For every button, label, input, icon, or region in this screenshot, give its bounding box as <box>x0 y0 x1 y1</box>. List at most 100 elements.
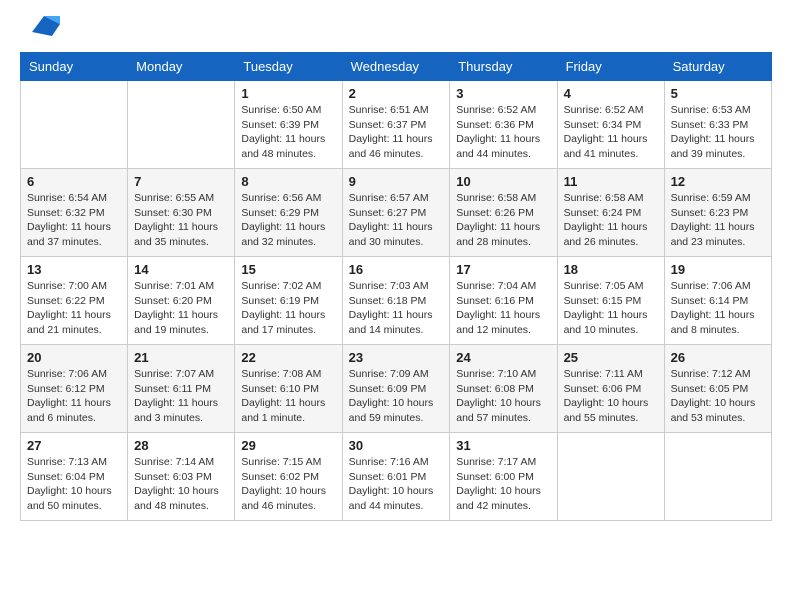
day-number: 18 <box>564 262 658 277</box>
calendar-cell <box>557 433 664 521</box>
day-number: 13 <box>27 262 121 277</box>
weekday-header-monday: Monday <box>128 53 235 81</box>
day-number: 23 <box>349 350 444 365</box>
calendar-cell: 2Sunrise: 6:51 AMSunset: 6:37 PMDaylight… <box>342 81 450 169</box>
calendar-cell <box>664 433 771 521</box>
day-detail: Sunrise: 7:00 AMSunset: 6:22 PMDaylight:… <box>27 279 121 338</box>
weekday-header-saturday: Saturday <box>664 53 771 81</box>
day-number: 26 <box>671 350 765 365</box>
day-number: 22 <box>241 350 335 365</box>
day-detail: Sunrise: 7:11 AMSunset: 6:06 PMDaylight:… <box>564 367 658 426</box>
day-number: 10 <box>456 174 550 189</box>
calendar-cell: 5 Sunrise: 6:53 AMSunset: 6:33 PMDaylight… <box>664 81 771 169</box>
calendar-cell: 14 Sunrise: 7:01 AMSunset: 6:20 PMDayligh… <box>128 257 235 345</box>
day-number: 16 <box>349 262 444 277</box>
day-detail: Sunrise: 7:13 AMSunset: 6:04 PMDaylight:… <box>27 455 121 514</box>
day-detail: Sunrise: 6:53 AMSunset: 6:33 PMDaylight:… <box>671 103 765 162</box>
day-detail: Sunrise: 6:54 AMSunset: 6:32 PMDaylight:… <box>27 191 121 250</box>
page-header <box>20 20 772 42</box>
calendar-header-row: SundayMondayTuesdayWednesdayThursdayFrid… <box>21 53 772 81</box>
calendar-cell: 17 Sunrise: 7:04 AMSunset: 6:16 PMDayligh… <box>450 257 557 345</box>
calendar-cell: 23 Sunrise: 7:09 AMSunset: 6:09 PMDayligh… <box>342 345 450 433</box>
day-detail: Sunrise: 7:07 AMSunset: 6:11 PMDaylight:… <box>134 367 228 426</box>
calendar-cell: 24 Sunrise: 7:10 AMSunset: 6:08 PMDayligh… <box>450 345 557 433</box>
day-number: 5 <box>671 86 765 101</box>
calendar-cell: 21 Sunrise: 7:07 AMSunset: 6:11 PMDayligh… <box>128 345 235 433</box>
calendar-week-2: 6Sunrise: 6:54 AMSunset: 6:32 PMDaylight… <box>21 169 772 257</box>
calendar-cell: 13 Sunrise: 7:00 AMSunset: 6:22 PMDayligh… <box>21 257 128 345</box>
calendar-cell: 27 Sunrise: 7:13 AMSunset: 6:04 PMDayligh… <box>21 433 128 521</box>
weekday-header-thursday: Thursday <box>450 53 557 81</box>
day-detail: Sunrise: 6:58 AMSunset: 6:26 PMDaylight:… <box>456 191 550 250</box>
day-detail: Sunrise: 7:01 AMSunset: 6:20 PMDaylight:… <box>134 279 228 338</box>
calendar-cell <box>21 81 128 169</box>
weekday-header-friday: Friday <box>557 53 664 81</box>
logo <box>20 20 60 42</box>
day-detail: Sunrise: 7:09 AMSunset: 6:09 PMDaylight:… <box>349 367 444 426</box>
day-number: 4 <box>564 86 658 101</box>
day-number: 9 <box>349 174 444 189</box>
calendar-cell: 29 Sunrise: 7:15 AMSunset: 6:02 PMDayligh… <box>235 433 342 521</box>
calendar-cell: 10 Sunrise: 6:58 AMSunset: 6:26 PMDayligh… <box>450 169 557 257</box>
calendar-cell: 31 Sunrise: 7:17 AMSunset: 6:00 PMDayligh… <box>450 433 557 521</box>
calendar-cell: 6Sunrise: 6:54 AMSunset: 6:32 PMDaylight… <box>21 169 128 257</box>
calendar-week-3: 13 Sunrise: 7:00 AMSunset: 6:22 PMDayligh… <box>21 257 772 345</box>
calendar-cell: 16Sunrise: 7:03 AMSunset: 6:18 PMDayligh… <box>342 257 450 345</box>
calendar-cell: 7 Sunrise: 6:55 AMSunset: 6:30 PMDaylight… <box>128 169 235 257</box>
calendar-cell: 28 Sunrise: 7:14 AMSunset: 6:03 PMDayligh… <box>128 433 235 521</box>
calendar-cell: 3 Sunrise: 6:52 AMSunset: 6:36 PMDaylight… <box>450 81 557 169</box>
day-detail: Sunrise: 7:15 AMSunset: 6:02 PMDaylight:… <box>241 455 335 514</box>
day-detail: Sunrise: 7:05 AMSunset: 6:15 PMDaylight:… <box>564 279 658 338</box>
day-number: 14 <box>134 262 228 277</box>
day-detail: Sunrise: 6:50 AMSunset: 6:39 PMDaylight:… <box>241 103 335 162</box>
day-detail: Sunrise: 7:04 AMSunset: 6:16 PMDaylight:… <box>456 279 550 338</box>
day-number: 30 <box>349 438 444 453</box>
day-number: 15 <box>241 262 335 277</box>
calendar-week-1: 1Sunrise: 6:50 AMSunset: 6:39 PMDaylight… <box>21 81 772 169</box>
calendar-cell: 26Sunrise: 7:12 AMSunset: 6:05 PMDayligh… <box>664 345 771 433</box>
day-detail: Sunrise: 7:14 AMSunset: 6:03 PMDaylight:… <box>134 455 228 514</box>
calendar-cell <box>128 81 235 169</box>
day-number: 20 <box>27 350 121 365</box>
day-detail: Sunrise: 6:51 AMSunset: 6:37 PMDaylight:… <box>349 103 444 162</box>
day-number: 29 <box>241 438 335 453</box>
calendar-cell: 19 Sunrise: 7:06 AMSunset: 6:14 PMDayligh… <box>664 257 771 345</box>
day-number: 21 <box>134 350 228 365</box>
calendar-cell: 8 Sunrise: 6:56 AMSunset: 6:29 PMDaylight… <box>235 169 342 257</box>
day-number: 24 <box>456 350 550 365</box>
day-detail: Sunrise: 7:08 AMSunset: 6:10 PMDaylight:… <box>241 367 335 426</box>
calendar-cell: 22 Sunrise: 7:08 AMSunset: 6:10 PMDayligh… <box>235 345 342 433</box>
day-number: 27 <box>27 438 121 453</box>
calendar-cell: 4Sunrise: 6:52 AMSunset: 6:34 PMDaylight… <box>557 81 664 169</box>
day-detail: Sunrise: 6:55 AMSunset: 6:30 PMDaylight:… <box>134 191 228 250</box>
day-number: 19 <box>671 262 765 277</box>
weekday-header-wednesday: Wednesday <box>342 53 450 81</box>
day-detail: Sunrise: 6:52 AMSunset: 6:36 PMDaylight:… <box>456 103 550 162</box>
day-detail: Sunrise: 7:06 AMSunset: 6:12 PMDaylight:… <box>27 367 121 426</box>
day-number: 31 <box>456 438 550 453</box>
day-number: 8 <box>241 174 335 189</box>
weekday-header-sunday: Sunday <box>21 53 128 81</box>
day-detail: Sunrise: 7:17 AMSunset: 6:00 PMDaylight:… <box>456 455 550 514</box>
day-detail: Sunrise: 7:16 AMSunset: 6:01 PMDaylight:… <box>349 455 444 514</box>
calendar-cell: 15 Sunrise: 7:02 AMSunset: 6:19 PMDayligh… <box>235 257 342 345</box>
calendar-cell: 11Sunrise: 6:58 AMSunset: 6:24 PMDayligh… <box>557 169 664 257</box>
day-number: 28 <box>134 438 228 453</box>
calendar-table: SundayMondayTuesdayWednesdayThursdayFrid… <box>20 52 772 521</box>
day-number: 7 <box>134 174 228 189</box>
day-number: 25 <box>564 350 658 365</box>
calendar-week-4: 20 Sunrise: 7:06 AMSunset: 6:12 PMDayligh… <box>21 345 772 433</box>
calendar-cell: 9 Sunrise: 6:57 AMSunset: 6:27 PMDaylight… <box>342 169 450 257</box>
day-number: 3 <box>456 86 550 101</box>
day-number: 17 <box>456 262 550 277</box>
day-detail: Sunrise: 7:06 AMSunset: 6:14 PMDaylight:… <box>671 279 765 338</box>
day-detail: Sunrise: 6:57 AMSunset: 6:27 PMDaylight:… <box>349 191 444 250</box>
day-detail: Sunrise: 6:59 AMSunset: 6:23 PMDaylight:… <box>671 191 765 250</box>
logo-icon <box>24 12 60 40</box>
day-detail: Sunrise: 7:02 AMSunset: 6:19 PMDaylight:… <box>241 279 335 338</box>
day-detail: Sunrise: 7:10 AMSunset: 6:08 PMDaylight:… <box>456 367 550 426</box>
day-detail: Sunrise: 6:58 AMSunset: 6:24 PMDaylight:… <box>564 191 658 250</box>
day-detail: Sunrise: 6:56 AMSunset: 6:29 PMDaylight:… <box>241 191 335 250</box>
calendar-cell: 25 Sunrise: 7:11 AMSunset: 6:06 PMDayligh… <box>557 345 664 433</box>
calendar-cell: 12Sunrise: 6:59 AMSunset: 6:23 PMDayligh… <box>664 169 771 257</box>
